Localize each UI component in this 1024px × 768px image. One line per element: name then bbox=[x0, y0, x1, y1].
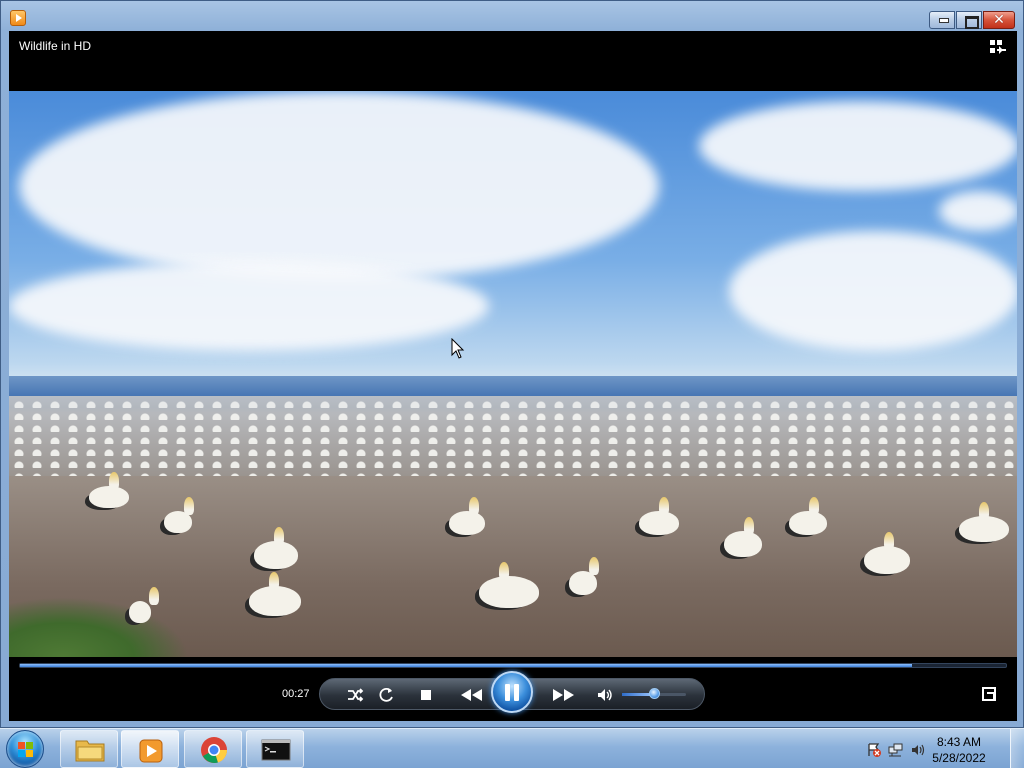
chrome-icon bbox=[201, 737, 228, 763]
cloud bbox=[939, 191, 1017, 231]
close-button[interactable]: ✕ bbox=[983, 11, 1015, 29]
gannet bbox=[449, 497, 485, 535]
cloud bbox=[699, 101, 1017, 191]
gannet bbox=[164, 497, 194, 533]
media-player-icon bbox=[139, 739, 163, 763]
pause-bar bbox=[505, 684, 510, 701]
action-center-button[interactable] bbox=[866, 742, 882, 758]
cloud bbox=[9, 261, 489, 351]
taskbar-media-player[interactable] bbox=[121, 730, 179, 768]
gannet bbox=[254, 527, 298, 569]
next-button[interactable] bbox=[548, 685, 578, 705]
stop-button[interactable] bbox=[416, 685, 436, 705]
minimize-button[interactable] bbox=[929, 11, 955, 29]
stop-icon bbox=[421, 690, 431, 700]
clock-time[interactable]: 8:43 AM bbox=[924, 735, 994, 749]
system-tray: 8:43 AM 5/28/2022 bbox=[854, 729, 1024, 768]
gannet bbox=[724, 517, 762, 557]
maximize-icon bbox=[957, 12, 981, 29]
taskbar-command-prompt[interactable] bbox=[246, 730, 304, 768]
action-center-icon bbox=[868, 743, 881, 757]
taskbar: 8:43 AM 5/28/2022 bbox=[0, 728, 1024, 768]
taskbar-file-explorer[interactable] bbox=[60, 730, 118, 768]
next-icon bbox=[553, 689, 574, 701]
elapsed-time: 00:27 bbox=[282, 688, 310, 700]
clock-date[interactable]: 5/28/2022 bbox=[924, 751, 994, 765]
pause-bar bbox=[514, 684, 519, 701]
mute-button[interactable] bbox=[595, 685, 615, 705]
seek-bar-progress bbox=[20, 664, 913, 667]
fullscreen-button[interactable] bbox=[982, 687, 996, 701]
gannet bbox=[639, 497, 679, 535]
taskbar-chrome[interactable] bbox=[184, 730, 242, 768]
video-display[interactable] bbox=[9, 91, 1017, 657]
gannet bbox=[959, 502, 1009, 542]
gannet bbox=[89, 472, 129, 508]
gannet bbox=[129, 587, 159, 623]
window-controls: ✕ bbox=[928, 11, 1015, 29]
seek-bar[interactable] bbox=[19, 663, 1007, 668]
command-prompt-icon bbox=[261, 739, 291, 761]
grass bbox=[9, 597, 189, 657]
network-icon bbox=[888, 743, 903, 757]
media-player-icon[interactable] bbox=[10, 10, 26, 26]
player-area: Wildlife in HD 00:27 bbox=[9, 31, 1017, 721]
media-title: Wildlife in HD bbox=[19, 39, 92, 53]
shuffle-icon bbox=[348, 688, 364, 702]
network-button[interactable] bbox=[888, 742, 904, 758]
gannet bbox=[789, 497, 827, 535]
gannet bbox=[479, 562, 539, 608]
switch-to-library-button[interactable] bbox=[989, 39, 1007, 55]
cloud bbox=[729, 231, 1017, 351]
gannet-colony bbox=[9, 396, 1017, 476]
previous-button[interactable] bbox=[457, 685, 487, 705]
previous-icon bbox=[461, 689, 482, 701]
gannet bbox=[249, 572, 301, 616]
repeat-icon bbox=[379, 687, 393, 702]
title-bar[interactable]: ✕ bbox=[1, 1, 1023, 31]
media-player-window: ✕ Wildlife in HD 00:27 bbox=[0, 0, 1024, 728]
start-button[interactable] bbox=[6, 730, 44, 768]
cloud bbox=[19, 91, 659, 281]
close-icon: ✕ bbox=[993, 12, 1005, 28]
switch-to-library-icon bbox=[990, 40, 1006, 54]
file-explorer-icon bbox=[75, 740, 105, 762]
repeat-button[interactable] bbox=[376, 685, 396, 705]
gannet bbox=[569, 557, 599, 595]
minimize-icon bbox=[930, 12, 954, 28]
windows-logo-icon bbox=[18, 742, 34, 758]
volume-slider-thumb[interactable] bbox=[649, 688, 660, 699]
pause-button[interactable] bbox=[491, 671, 533, 713]
shuffle-button[interactable] bbox=[345, 685, 365, 705]
volume-icon bbox=[598, 689, 612, 701]
show-desktop-button[interactable] bbox=[1010, 729, 1024, 768]
maximize-button[interactable] bbox=[956, 11, 982, 29]
gannet bbox=[864, 532, 910, 574]
